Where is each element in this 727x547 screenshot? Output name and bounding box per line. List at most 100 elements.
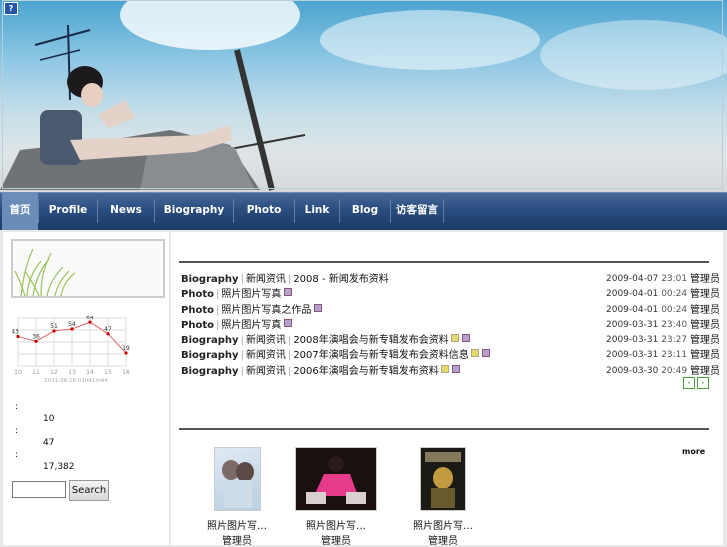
main-content: Biography | 新闻资讯 | 2008 - 新闻发布资料 2009-04-07 2… [171,232,723,547]
news-date: 2009-04-07 [606,274,659,284]
news-datetime: 2009-04-07 23:01 [606,272,687,287]
news-category[interactable]: Biography [181,350,239,361]
chart-x-tick: 15 [104,369,112,376]
image-tag-icon [470,349,479,358]
gallery-title[interactable]: 照片图片写… [405,517,481,532]
news-category[interactable]: Biography [181,335,239,346]
news-category[interactable]: Photo [181,289,214,300]
new-tag-icon [284,288,293,297]
news-row[interactable]: Biography | 新闻资讯 | 2006年演唱会与新专辑发布资料 2009-03-3… [181,364,720,379]
news-row[interactable]: Biography | 新闻资讯 | 2008 - 新闻发布资料 2009-04-07 2… [181,272,720,287]
chart-x-tick: 13 [68,369,76,376]
gallery-item[interactable]: 照片图片写… 管理员 [295,447,377,547]
separator: | [215,319,220,331]
news-subcategory[interactable]: 照片图片写真 [221,289,281,300]
help-icon[interactable]: ? [4,2,18,15]
sidebar: 43 10 36 11 51 12 54 13 64 14 47 15 19 16 2011-06-16 0… [3,232,169,545]
gallery-item[interactable]: 照片图片写… 管理员 [199,447,275,547]
image-tag-icon [440,364,449,373]
news-subcategory[interactable]: 照片图片写真 [221,320,281,331]
gallery-item[interactable]: 照片图片写… 管理员 [405,447,481,547]
news-datetime: 2009-03-31 23:27 [606,333,687,348]
image-tag-icon [450,334,459,343]
next-page-button[interactable]: › [697,377,709,389]
news-row[interactable]: Photo | 照片图片写真 2009-03-31 23:40 管理员 [181,318,720,333]
news-author[interactable]: 管理员 [690,318,720,333]
nav-link[interactable]: Link [296,193,338,230]
news-author[interactable]: 管理员 [690,303,720,318]
main-nav: 首页 Profile News Biography Photo Link Blo… [0,192,727,230]
new-tag-icon [481,349,490,358]
stat-value: 47 [43,438,55,448]
divider [179,428,709,430]
news-title[interactable]: 2007年演唱会与新专辑发布会资料信息 [293,350,468,361]
chart-x-tick: 11 [32,369,40,376]
nav-blog[interactable]: Blog [341,193,389,230]
news-title[interactable]: 2008年演唱会与新专辑发布会资料 [293,335,448,346]
separator: | [287,274,292,285]
news-subcategory[interactable]: 新闻资讯 [246,335,286,346]
news-date: 2009-03-31 [606,350,659,361]
nav-news[interactable]: News [99,193,153,230]
gallery-photo[interactable] [213,447,261,511]
news-author[interactable]: 管理员 [690,333,720,348]
banner-frame [2,0,723,189]
stat-label: : [15,426,19,436]
news-datetime: 2009-03-31 23:40 [606,318,687,333]
nav-home[interactable]: 首页 [2,193,38,230]
news-list: Biography | 新闻资讯 | 2008 - 新闻发布资料 2009-04-07 2… [181,272,720,379]
header-banner: ? [0,0,727,192]
nav-guestbook[interactable]: 访客留言 [392,193,442,230]
separator: | [215,289,220,301]
nav-profile[interactable]: Profile [40,193,96,230]
nav-photo[interactable]: Photo [235,193,293,230]
news-time: 23:27 [661,335,688,346]
news-datetime: 2009-04-01 00:24 [606,287,687,302]
news-subcategory[interactable]: 新闻资讯 [246,350,286,361]
news-subcategory[interactable]: 新闻资讯 [246,274,286,285]
news-author[interactable]: 管理员 [690,348,720,363]
gallery-title[interactable]: 照片图片写… [199,517,275,532]
new-tag-icon [451,364,460,373]
gallery-photo[interactable] [295,447,377,511]
new-tag-icon [461,334,470,343]
news-subcategory[interactable]: 照片图片写真之作品 [221,305,311,316]
nav-biography[interactable]: Biography [156,193,232,230]
news-subcategory[interactable]: 新闻资讯 [246,366,286,377]
news-time: 20:49 [661,365,688,376]
separator: | [287,350,292,362]
chart-x-label: 2011-06-16 01h41m44 [44,378,108,384]
search-button[interactable]: Search [69,480,109,501]
new-tag-icon [284,318,293,327]
news-row[interactable]: Photo | 照片图片写真 2009-04-01 00:24 管理员 [181,287,720,302]
news-date: 2009-03-30 [606,365,659,376]
news-time: 23:11 [661,350,688,361]
news-row[interactable]: Biography | 新闻资讯 | 2008年演唱会与新专辑发布会资料 2009-03-… [181,333,720,348]
news-row[interactable]: Photo | 照片图片写真之作品 2009-04-01 00:24 管理员 [181,303,720,318]
separator: | [240,274,244,285]
stat-label: : [15,402,19,412]
news-category[interactable]: Biography [181,366,239,377]
news-category[interactable]: Biography [181,274,239,285]
news-author[interactable]: 管理员 [690,287,720,302]
news-date: 2009-04-01 [606,304,659,315]
news-date: 2009-03-31 [606,335,659,346]
gallery-title[interactable]: 照片图片写… [295,517,377,532]
news-title[interactable]: 2006年演唱会与新专辑发布资料 [293,366,438,377]
news-time: 23:01 [661,274,688,284]
prev-page-button[interactable]: ‹ [683,377,695,389]
news-datetime: 2009-03-30 20:49 [606,364,687,379]
chart-x-tick: 12 [50,369,58,376]
news-date: 2009-04-01 [606,289,659,300]
sidebar-image [11,239,165,298]
news-category[interactable]: Photo [181,320,214,331]
gallery-photo[interactable] [420,447,466,511]
search-input[interactable] [12,481,66,498]
separator: | [240,365,244,377]
news-category[interactable]: Photo [181,305,214,316]
more-link[interactable]: more [682,447,705,456]
chart-x-tick: 10 [14,369,22,376]
news-title[interactable]: 2008 - 新闻发布资料 [293,274,388,285]
news-author[interactable]: 管理员 [690,272,720,287]
news-row[interactable]: Biography | 新闻资讯 | 2007年演唱会与新专辑发布会资料信息 2009-0… [181,348,720,363]
